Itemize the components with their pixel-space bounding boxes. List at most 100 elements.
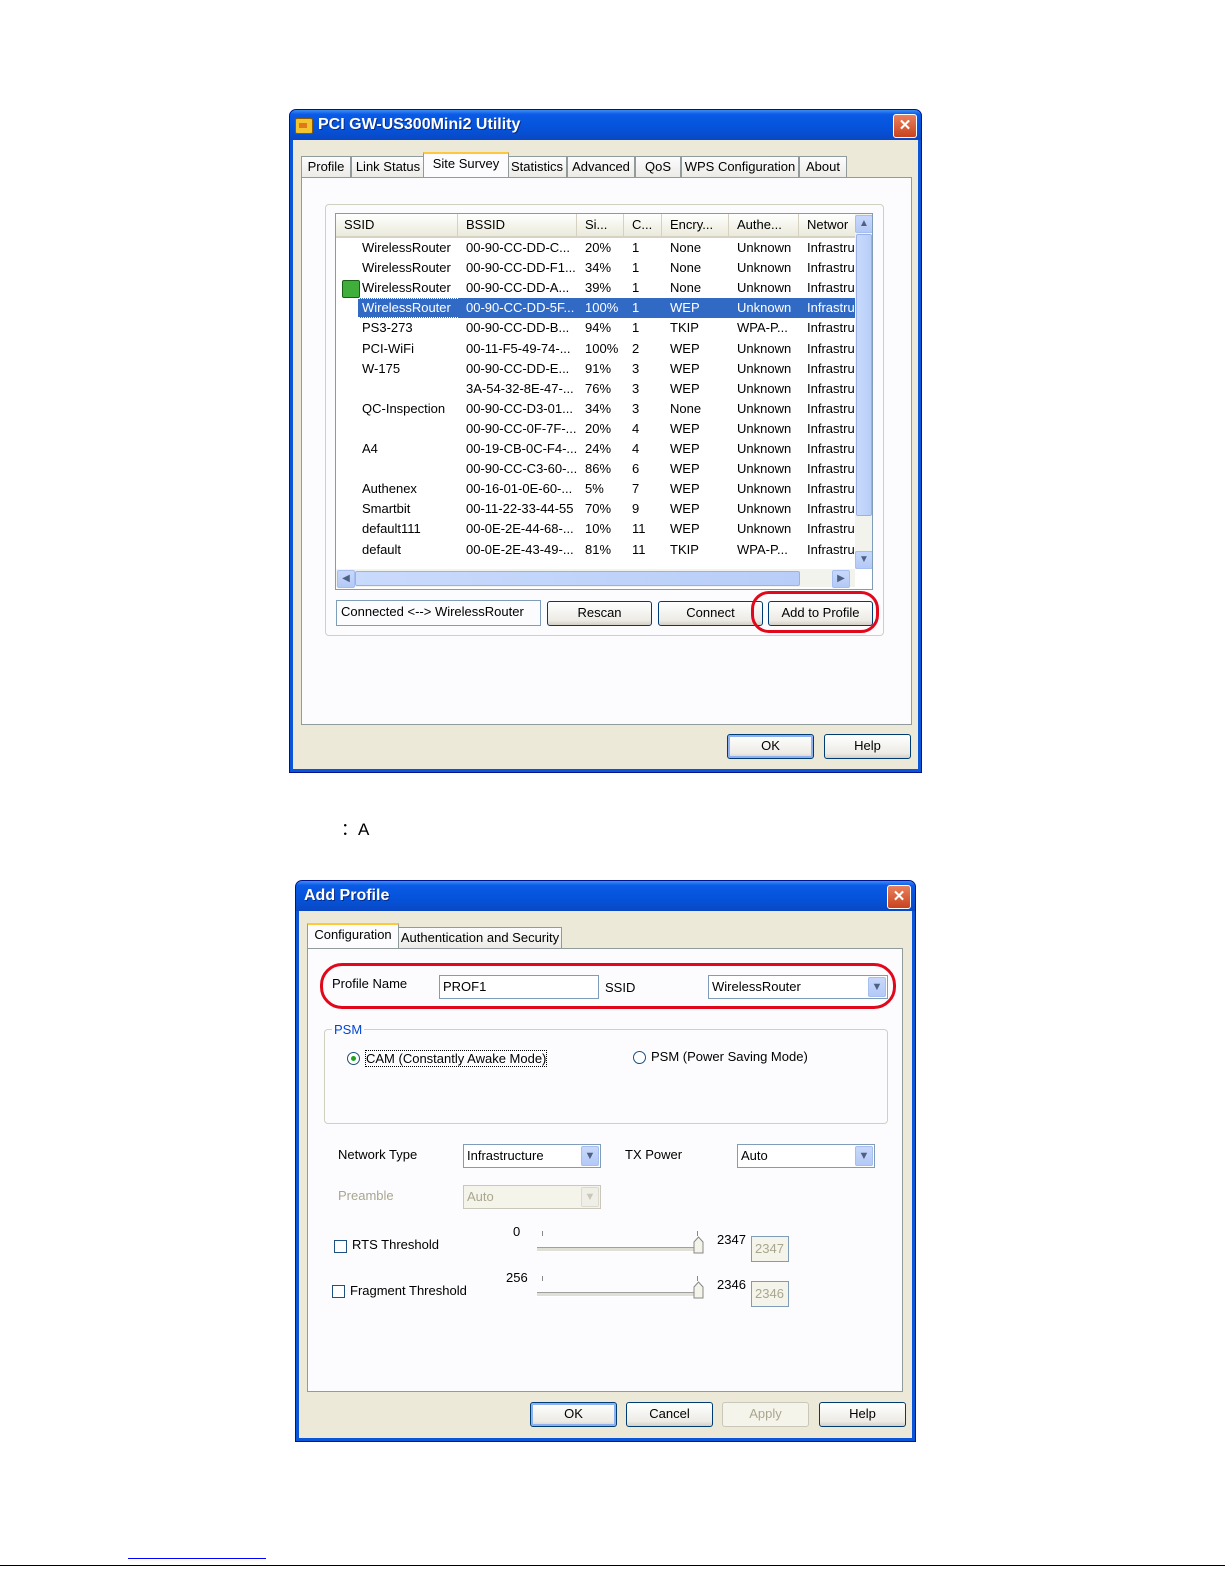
profile-name-input[interactable]: PROF1 bbox=[439, 975, 599, 999]
scroll-down-icon[interactable]: ▼ bbox=[855, 551, 872, 569]
column-header[interactable]: BSSID bbox=[458, 214, 577, 236]
cell-ssid: WirelessRouter bbox=[362, 240, 451, 255]
cell-signal: 100% bbox=[585, 340, 619, 356]
help-button[interactable]: Help bbox=[819, 1402, 906, 1427]
column-header[interactable]: C... bbox=[624, 214, 662, 236]
scroll-thumb[interactable] bbox=[856, 234, 872, 516]
vertical-scrollbar[interactable]: ▲ ▼ bbox=[855, 214, 872, 569]
table-row[interactable]: Smartbit 00-11-22-33-44-55 70% 9 WEP Unknown I… bbox=[336, 499, 855, 519]
tab-configuration[interactable]: Configuration bbox=[307, 923, 399, 948]
column-header[interactable]: Si... bbox=[577, 214, 624, 236]
table-row[interactable]: WirelessRouter 00-90-CC-DD-F1... 34% 1 None U… bbox=[336, 258, 855, 278]
cell-signal: 39% bbox=[585, 280, 612, 296]
table-row[interactable]: Authenex 00-16-01-0E-60-... 5% 7 WEP Unknown I… bbox=[336, 479, 855, 499]
tab-advanced[interactable]: Advanced bbox=[567, 156, 635, 177]
network-type-select[interactable]: Infrastructure ▼ bbox=[463, 1144, 601, 1168]
cancel-button[interactable]: Cancel bbox=[626, 1402, 713, 1427]
ok-button[interactable]: OK bbox=[530, 1402, 617, 1427]
cam-radio[interactable] bbox=[347, 1052, 360, 1065]
scroll-left-icon[interactable]: ◀ bbox=[337, 570, 355, 588]
fragment-threshold-checkbox[interactable] bbox=[332, 1285, 345, 1298]
cell-auth: Unknown bbox=[737, 280, 792, 296]
tab-profile[interactable]: Profile bbox=[301, 156, 351, 177]
list-header: SSID BSSID Si... C... Encry... Authe... Networ bbox=[336, 214, 856, 238]
table-row[interactable]: 00-90-CC-0F-7F-... 20% 4 WEP Unknown Infrastr… bbox=[336, 419, 855, 439]
cell-ssid: default bbox=[362, 541, 402, 557]
table-row[interactable]: W-175 00-90-CC-DD-E... 91% 3 WEP Unknown Infra… bbox=[336, 359, 855, 379]
site-survey-list[interactable]: SSID BSSID Si... C... Encry... Authe... Networ… bbox=[335, 213, 873, 590]
chevron-down-icon[interactable]: ▼ bbox=[581, 1146, 599, 1166]
rescan-button[interactable]: Rescan bbox=[547, 601, 652, 626]
table-row[interactable]: default111 00-0E-2E-44-68-... 10% 11 WEP Unkn… bbox=[336, 519, 855, 539]
rts-threshold-checkbox[interactable] bbox=[334, 1240, 347, 1253]
cell-ssid bbox=[358, 379, 458, 399]
cell-ssid: A4 bbox=[362, 441, 378, 456]
tab-authentication-security[interactable]: Authentication and Security bbox=[398, 927, 562, 948]
tab-wps-configuration[interactable]: WPS Configuration bbox=[681, 156, 799, 177]
rts-threshold-label[interactable]: RTS Threshold bbox=[352, 1237, 439, 1252]
utility-titlebar[interactable]: PCI GW-US300Mini2 Utility ✕ bbox=[290, 110, 921, 140]
cell-net: Infrastru bbox=[807, 360, 855, 376]
table-row[interactable]: PS3-273 00-90-CC-DD-B... 94% 1 TKIP WPA-P... I… bbox=[336, 318, 855, 338]
hscroll-thumb[interactable] bbox=[355, 571, 800, 586]
scroll-right-icon[interactable]: ▶ bbox=[832, 570, 850, 588]
tab-about[interactable]: About bbox=[799, 156, 847, 177]
footer-link-underline bbox=[128, 1558, 266, 1559]
cell-signal: 24% bbox=[585, 441, 612, 456]
table-row[interactable]: QC-Inspection 00-90-CC-D3-01... 34% 3 None Un… bbox=[336, 399, 855, 419]
rts-value-box: 2347 bbox=[751, 1236, 789, 1262]
ok-button[interactable]: OK bbox=[727, 734, 814, 759]
table-row[interactable]: A4 00-19-CB-0C-F4-... 24% 4 WEP Unknown Infras… bbox=[336, 439, 855, 459]
cell-auth: WPA-P... bbox=[737, 320, 788, 336]
cell-net: Infrastru bbox=[807, 521, 855, 537]
cell-channel: 4 bbox=[632, 441, 640, 456]
tab-statistics[interactable]: Statistics bbox=[507, 156, 567, 177]
cell-net: Infrastru bbox=[799, 298, 856, 319]
close-button[interactable]: ✕ bbox=[893, 114, 917, 138]
connect-button[interactable]: Connect bbox=[658, 601, 763, 626]
cell-signal: 20% bbox=[585, 240, 612, 255]
cell-auth: Unknown bbox=[737, 521, 792, 537]
column-header[interactable]: Networ bbox=[799, 214, 856, 236]
cell-ssid: Smartbit bbox=[362, 501, 411, 517]
figure-caption: ：A bbox=[341, 820, 370, 839]
scroll-up-icon[interactable]: ▲ bbox=[855, 215, 872, 233]
chevron-down-icon[interactable]: ▼ bbox=[855, 1146, 873, 1166]
tab-qos[interactable]: QoS bbox=[635, 156, 681, 177]
psm-radio[interactable] bbox=[633, 1051, 646, 1064]
fragment-threshold-label[interactable]: Fragment Threshold bbox=[350, 1283, 467, 1298]
tab-link-status[interactable]: Link Status bbox=[351, 156, 425, 177]
psm-label[interactable]: PSM (Power Saving Mode) bbox=[651, 1049, 808, 1064]
rts-slider-track bbox=[537, 1247, 701, 1252]
table-row[interactable]: WirelessRouter 00-90-CC-DD-5F... 100% 1 WEP U… bbox=[336, 298, 856, 319]
fragment-slider-thumb[interactable] bbox=[693, 1281, 704, 1299]
tx-power-select[interactable]: Auto ▼ bbox=[737, 1144, 875, 1168]
close-button[interactable]: ✕ bbox=[887, 885, 911, 909]
psm-group-label: PSM bbox=[332, 1022, 365, 1037]
rts-slider-tick bbox=[542, 1231, 543, 1236]
column-header[interactable]: SSID bbox=[336, 214, 458, 236]
column-header[interactable]: Encry... bbox=[662, 214, 729, 236]
ssid-select[interactable]: WirelessRouter ▼ bbox=[708, 975, 888, 999]
cell-channel: 1 bbox=[632, 320, 640, 336]
add-profile-titlebar[interactable]: Add Profile ✕ bbox=[296, 881, 915, 911]
table-row[interactable]: WirelessRouter 00-90-CC-DD-A... 39% 1 None Un… bbox=[336, 278, 855, 299]
psm-group bbox=[324, 1029, 888, 1124]
table-row[interactable]: default 00-0E-2E-43-49-... 81% 11 TKIP WPA-P.… bbox=[336, 540, 855, 560]
cell-channel: 3 bbox=[632, 360, 640, 376]
cell-net: Infrastru bbox=[807, 280, 855, 296]
column-header[interactable]: Authe... bbox=[729, 214, 799, 236]
add-profile-client: Configuration Authentication and Securit… bbox=[299, 911, 912, 1438]
tab-site-survey[interactable]: Site Survey bbox=[423, 152, 509, 177]
app-icon bbox=[295, 118, 313, 134]
horizontal-scrollbar[interactable]: ◀ ▶ bbox=[336, 569, 855, 588]
table-row[interactable]: WirelessRouter 00-90-CC-DD-C... 20% 1 None Un… bbox=[336, 238, 855, 258]
table-row[interactable]: 3A-54-32-8E-47-... 76% 3 WEP Unknown Infrastr… bbox=[336, 379, 855, 399]
chevron-down-icon[interactable]: ▼ bbox=[868, 977, 886, 997]
cam-label[interactable]: CAM (Constantly Awake Mode) bbox=[365, 1050, 548, 1067]
table-row[interactable]: PCI-WiFi 00-11-F5-49-74-... 100% 2 WEP Unknow… bbox=[336, 339, 855, 359]
rts-slider-thumb[interactable] bbox=[693, 1236, 704, 1254]
help-button[interactable]: Help bbox=[824, 734, 911, 759]
table-row[interactable]: 00-90-CC-C3-60-... 86% 6 WEP Unknown Infrastr… bbox=[336, 459, 855, 479]
rts-max-label: 2347 bbox=[717, 1232, 746, 1247]
